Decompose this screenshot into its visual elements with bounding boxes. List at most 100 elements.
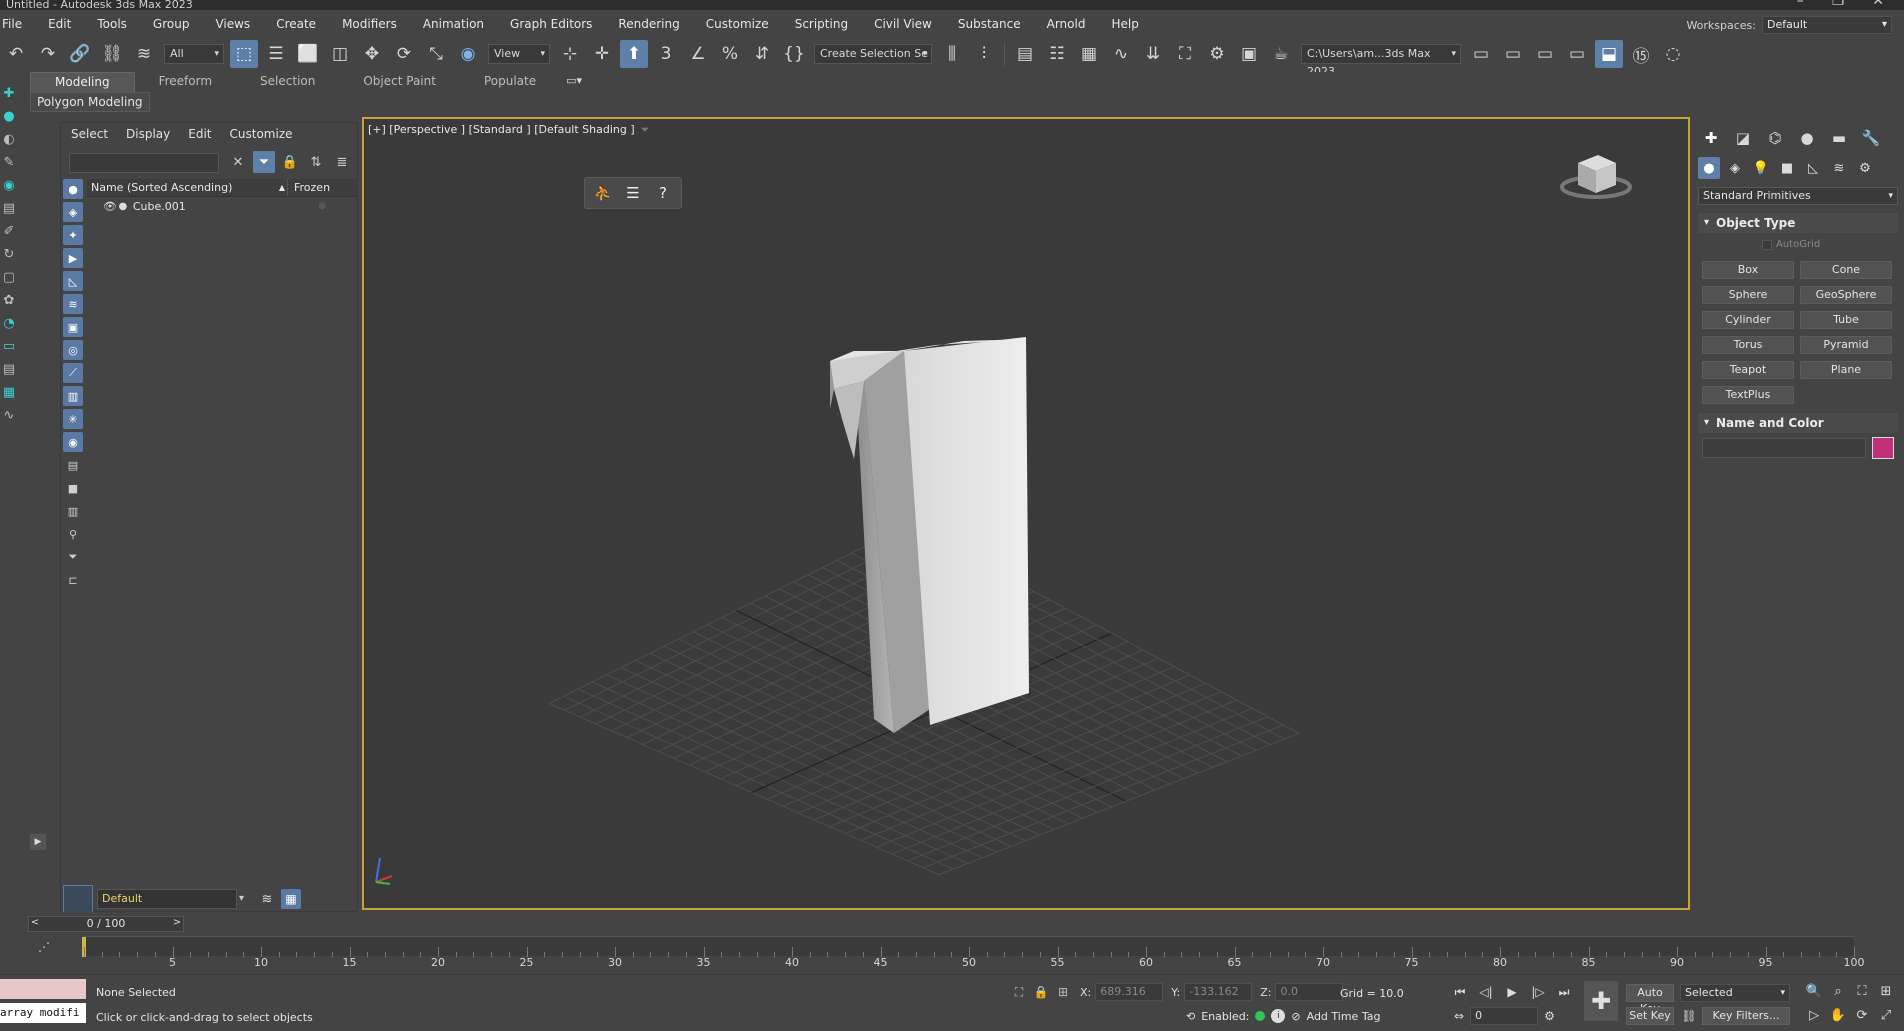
object-name-input[interactable] — [1702, 438, 1866, 458]
create-tab-icon[interactable]: ✚ — [1700, 127, 1722, 149]
container-filter-icon[interactable]: ▥ — [63, 386, 83, 406]
close-icon[interactable]: ✕ — [1872, 0, 1884, 8]
next-frame-icon[interactable]: |▷ — [1528, 983, 1548, 1001]
workspaces-dropdown[interactable]: Default — [1762, 16, 1892, 34]
help-icon[interactable]: ? — [651, 181, 675, 205]
layers-icon[interactable]: ≋ — [257, 889, 277, 909]
menu-tools[interactable]: Tools — [84, 12, 140, 36]
populate-icon[interactable]: ⛹ — [591, 181, 615, 205]
autogrid-checkbox[interactable]: AutoGrid — [1762, 239, 1820, 250]
find-icon[interactable]: ⚲ — [63, 524, 83, 544]
hierarchy-icon[interactable]: ▤ — [1, 199, 17, 217]
rendered-frame-window-icon[interactable]: ▣ — [1235, 40, 1263, 68]
cylinder-button[interactable]: Cylinder — [1702, 311, 1794, 329]
key-mode-icon[interactable]: ⇔ — [1454, 1009, 1464, 1023]
z-coordinate-field[interactable]: 0.0 — [1275, 983, 1344, 1001]
track-ruler[interactable] — [82, 936, 1855, 957]
schematic-view-icon[interactable]: ⇊ — [1139, 40, 1167, 68]
modify-icon[interactable]: ◉ — [1, 176, 17, 194]
object-color-swatch[interactable] — [1872, 437, 1894, 459]
ribbon-tab-freeform[interactable]: Freeform — [135, 72, 236, 92]
toggle-ribbon-icon[interactable]: ▦ — [1075, 40, 1103, 68]
orbit-icon[interactable]: ⟳ — [1852, 1005, 1872, 1025]
container-icon[interactable]: ▭ — [1, 337, 17, 355]
current-frame-input[interactable]: 0 — [1470, 1007, 1539, 1025]
explorer-menu-customize[interactable]: Customize — [230, 127, 293, 141]
place-icon[interactable]: ◉ — [454, 40, 482, 68]
visibility-filter-icon[interactable]: ◉ — [63, 432, 83, 452]
ribbon-tab-populate[interactable]: Populate — [460, 72, 560, 92]
list-icon[interactable]: ☰ — [621, 181, 645, 205]
explorer-menu-select[interactable]: Select — [71, 127, 108, 141]
unlink-icon[interactable]: ⛓ — [98, 40, 126, 68]
spinner-snap-icon[interactable]: ⇵ — [748, 40, 776, 68]
mirror-icon[interactable]: ⫼ — [938, 40, 966, 68]
menu-views[interactable]: Views — [202, 12, 263, 36]
utilities-tab-icon[interactable]: 🔧 — [1860, 127, 1882, 149]
viewport-label-text[interactable]: [+] [Perspective ] [Standard ] [Default … — [368, 123, 635, 136]
key-set-dropdown[interactable]: Selected — [1680, 984, 1790, 1002]
space-warps-icon[interactable]: ≋ — [1828, 157, 1850, 179]
shape-filter-icon[interactable]: ◈ — [63, 202, 83, 222]
toggle-scene-explorer-icon[interactable]: ▤ — [1011, 40, 1039, 68]
layer-settings-icon[interactable]: ▦ — [281, 889, 301, 909]
scale-icon[interactable]: ⤡ — [422, 40, 450, 68]
systems-icon[interactable]: ⚙ — [1854, 157, 1876, 179]
chevron-down-icon[interactable]: ▾ — [239, 893, 244, 904]
pan-icon[interactable]: ✋ — [1828, 1005, 1848, 1025]
zoom-extents-all-icon[interactable]: ⊞ — [1876, 981, 1896, 1001]
zoom-all-icon[interactable]: ⌕ — [1828, 981, 1848, 1001]
menu-create[interactable]: Create — [263, 12, 329, 36]
expand-panel-icon[interactable]: ▶ — [30, 834, 46, 850]
previous-frame-icon[interactable]: ◁| — [1476, 983, 1496, 1001]
display-none-icon[interactable]: ■ — [63, 478, 83, 498]
chevron-left-icon[interactable]: < — [28, 916, 42, 932]
ribbon-options-icon[interactable]: ▭▾ — [566, 72, 582, 92]
explorer-menu-edit[interactable]: Edit — [188, 127, 211, 141]
maxscript-listener[interactable]: array modifi — [0, 979, 88, 1027]
camera-icon[interactable]: ◐ — [1, 130, 17, 148]
primitive-category-dropdown[interactable]: Standard Primitives — [1698, 187, 1898, 205]
cone-button[interactable]: Cone — [1800, 261, 1892, 279]
name-column-header[interactable]: Name (Sorted Ascending) — [87, 179, 287, 197]
isolate-icon[interactable]: ⛶ — [1010, 983, 1028, 1001]
ref-coord-dropdown[interactable]: View — [488, 44, 550, 64]
particle-filter-icon[interactable]: ✳ — [63, 409, 83, 429]
time-config-icon[interactable]: ⚙ — [1544, 1009, 1555, 1023]
absolute-mode-icon[interactable]: ⊞ — [1054, 983, 1072, 1001]
auto-key-button[interactable]: Auto Key — [1626, 984, 1674, 1015]
rotate-icon[interactable]: ⟳ — [390, 40, 418, 68]
create-icon[interactable]: ✚ — [1, 84, 17, 102]
textplus-button[interactable]: TextPlus — [1702, 386, 1794, 404]
menu-edit[interactable]: Edit — [35, 12, 84, 36]
maxscript-output[interactable] — [0, 979, 86, 999]
display-all-icon[interactable]: ▤ — [63, 455, 83, 475]
x-coordinate-field[interactable]: 689.316 — [1095, 983, 1164, 1001]
spacewarp-filter-icon[interactable]: ≋ — [63, 294, 83, 314]
light-icon[interactable]: ● — [1, 107, 17, 125]
clear-search-icon[interactable]: ✕ — [227, 151, 249, 173]
project-folder-icon[interactable]: ▭ — [1467, 40, 1495, 68]
sort-hierarchy-icon[interactable]: ⇅ — [305, 151, 327, 173]
chevron-right-icon[interactable]: > — [170, 916, 184, 932]
key-filters-button[interactable]: Key Filters... — [1702, 1007, 1790, 1025]
open-project-icon[interactable]: ▭ — [1499, 40, 1527, 68]
geometry-filter-icon[interactable]: ● — [63, 179, 83, 199]
box-button[interactable]: Box — [1702, 261, 1794, 279]
layer-toggle-box[interactable] — [63, 885, 93, 915]
hierarchy-tab-icon[interactable]: ⌬ — [1764, 127, 1786, 149]
frozen-toggle-icon[interactable]: ❄ — [288, 197, 357, 217]
funnel-icon[interactable]: ⏷ — [63, 547, 83, 567]
selection-lock-icon[interactable]: 🔒 — [1032, 983, 1050, 1001]
shell-icon[interactable]: ◔ — [1, 314, 17, 332]
time-slider[interactable]: 0 / 100 — [28, 916, 184, 932]
menu-substance[interactable]: Substance — [945, 12, 1034, 36]
selection-filter-dropdown[interactable]: All — [164, 44, 224, 64]
select-manipulate-icon[interactable]: ✛ — [588, 40, 616, 68]
group-filter-icon[interactable]: ▣ — [63, 317, 83, 337]
menu-arnold[interactable]: Arnold — [1034, 12, 1099, 36]
object-type-rollout[interactable]: Object Type — [1698, 213, 1898, 233]
invert-display-icon[interactable]: ▥ — [63, 501, 83, 521]
checkbox[interactable] — [1762, 239, 1772, 250]
menu-civil-view[interactable]: Civil View — [861, 12, 945, 36]
